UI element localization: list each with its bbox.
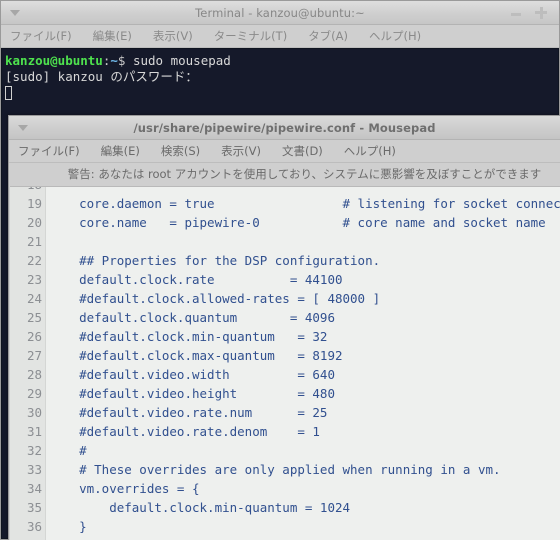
terminal-titlebar[interactable]: Terminal - kanzou@ubuntu:~ <box>1 1 559 25</box>
line-number: 34 <box>26 481 42 496</box>
line-number: 35 <box>26 500 42 515</box>
line-number: 22 <box>26 253 42 268</box>
code-line: # <box>49 443 87 458</box>
line-number: 20 <box>26 215 42 230</box>
maximize-button[interactable] <box>535 6 547 19</box>
code-line: #default.video.width = 640 <box>49 367 335 382</box>
menu-item-document[interactable]: 文書(D) <box>282 143 333 159</box>
menu-item-tabs[interactable]: タブ(A) <box>308 28 358 44</box>
mousepad-menubar: ファイル(F) 編集(E) 検索(S) 表示(V) 文書(D) ヘルプ(H) <box>9 140 560 163</box>
line-number: 19 <box>26 196 42 211</box>
mousepad-title: /usr/share/pipewire/pipewire.conf - Mous… <box>133 120 436 135</box>
code-line: #default.video.height = 480 <box>49 386 335 401</box>
terminal-password-prompt: [sudo] kanzou のパスワード： <box>5 69 198 84</box>
menu-item-edit[interactable]: 編集(E) <box>101 143 150 159</box>
code-line: core.name = pipewire-0 # core name and s… <box>49 215 546 230</box>
line-number: 23 <box>26 272 42 287</box>
menu-item-view[interactable]: 表示(V) <box>153 28 203 44</box>
line-number: 18 <box>10 187 42 194</box>
terminal-cursor-line <box>5 85 555 101</box>
mousepad-titlebar[interactable]: /usr/share/pipewire/pipewire.conf - Mous… <box>9 116 560 140</box>
terminal-menubar: ファイル(F) 編集(E) 表示(V) ターミナル(T) タブ(A) ヘルプ(H… <box>1 25 559 48</box>
menu-item-edit[interactable]: 編集(E) <box>93 28 142 44</box>
prompt-user-host: kanzou@ubuntu <box>5 53 103 68</box>
line-number: 31 <box>26 424 42 439</box>
line-number: 28 <box>26 367 42 382</box>
code-line: #default.clock.max-quantum = 8192 <box>49 348 343 363</box>
line-number: 37 <box>10 536 42 540</box>
terminal-title: Terminal - kanzou@ubuntu:~ <box>195 5 365 20</box>
code-line: default.clock.min-quantum = 1024 <box>49 500 351 515</box>
terminal-window-controls <box>510 6 559 19</box>
line-number: 21 <box>26 234 42 249</box>
minimize-button[interactable] <box>510 7 522 19</box>
code-line: #default.clock.min-quantum = 32 <box>49 329 328 344</box>
code-line: core.daemon = true # listening for socke… <box>49 196 560 211</box>
line-number: 26 <box>26 329 42 344</box>
code-line: } <box>49 519 87 534</box>
line-number: 25 <box>26 310 42 325</box>
menu-item-view[interactable]: 表示(V) <box>221 143 271 159</box>
chevron-down-icon[interactable] <box>10 9 20 16</box>
menu-item-help[interactable]: ヘルプ(H) <box>344 143 406 159</box>
code-line: #default.video.rate.num = 25 <box>49 405 328 420</box>
editor-inner: 18 19 20 21 22 23 24 25 26 27 28 29 30 31 32 33 34 35 36 37… <box>10 187 560 540</box>
code-line: default.clock.rate = 44100 <box>49 272 343 287</box>
root-account-warning: 警告: あなたは root アカウントを使用しており、システムに悪影響を及ぼすこ… <box>9 163 560 185</box>
code-line: # These overrides are only applied when … <box>49 462 501 477</box>
code-line: #default.video.rate.denom = 1 <box>49 424 320 439</box>
menu-item-help[interactable]: ヘルプ(H) <box>369 28 431 44</box>
code-line: } <box>49 536 560 540</box>
mousepad-window[interactable]: /usr/share/pipewire/pipewire.conf - Mous… <box>8 115 560 540</box>
editor-area[interactable]: 18 19 20 21 22 23 24 25 26 27 28 29 30 31 32 33 34 35 36 37… <box>10 186 560 540</box>
code-text-area[interactable]: core.daemon = true # listening for socke… <box>46 187 560 540</box>
line-number: 30 <box>26 405 42 420</box>
menu-item-search[interactable]: 検索(S) <box>161 143 210 159</box>
line-number: 36 <box>26 519 42 534</box>
menu-item-file[interactable]: ファイル(F) <box>10 28 82 44</box>
code-line: default.clock.quantum = 4096 <box>49 310 335 325</box>
terminal-prompt-line: kanzou@ubuntu:~$ sudo mousepad <box>5 53 555 69</box>
text-cursor <box>5 86 12 100</box>
line-number: 32 <box>26 443 42 458</box>
menu-item-terminal[interactable]: ターミナル(T) <box>214 28 298 44</box>
chevron-down-icon[interactable] <box>18 124 28 131</box>
code-line: #default.clock.allowed-rates = [ 48000 ] <box>49 291 381 306</box>
line-number: 24 <box>26 291 42 306</box>
code-line: vm.overrides = { <box>49 481 200 496</box>
line-number-gutter: 18 19 20 21 22 23 24 25 26 27 28 29 30 31 32 33 34 35 36 37… <box>10 187 46 540</box>
prompt-path: ~ <box>110 53 118 68</box>
terminal-command: sudo mousepad <box>125 53 231 68</box>
menu-item-file[interactable]: ファイル(F) <box>18 143 90 159</box>
line-number: 29 <box>26 386 42 401</box>
line-number: 27 <box>26 348 42 363</box>
line-number: 33 <box>26 462 42 477</box>
code-line: ## Properties for the DSP configuration. <box>49 253 381 268</box>
